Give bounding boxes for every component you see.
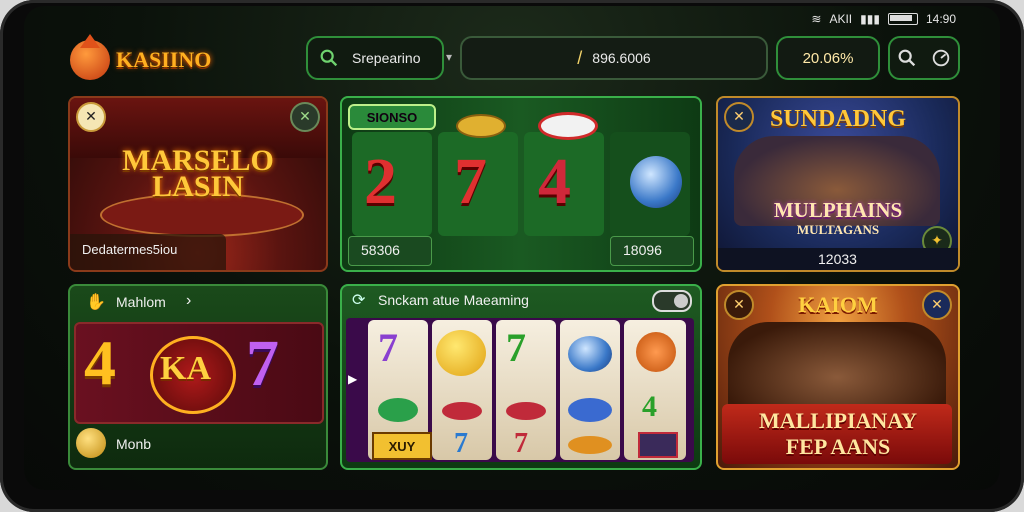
card-amount: 12033 xyxy=(818,251,857,267)
game-card-marsello[interactable]: ✕ ✕ MARSELO LASIN Dedatermes5iou xyxy=(68,96,328,272)
dice-icon xyxy=(638,432,678,458)
reel-tag: XUY xyxy=(372,432,432,460)
reel-symbol-7c: 7 xyxy=(454,428,468,459)
status-bar: ≋ AKII ▮▮▮ 14:90 xyxy=(811,12,956,26)
balance-value: 896.6006 xyxy=(592,50,651,66)
game-card-kaiom[interactable]: ✕ ✕ KAIOM MALLIPIANAY FEP AANS xyxy=(716,284,960,470)
carrier-text: AKII xyxy=(829,12,853,26)
percent-value: 20.06% xyxy=(802,49,854,67)
coin-icon xyxy=(456,114,506,138)
card-footer: Monb xyxy=(116,436,152,452)
signal-icon: ▮▮▮ xyxy=(860,12,880,26)
jackpot-symbol-ka: KA xyxy=(160,350,211,387)
play-arrow-icon[interactable]: ▶ xyxy=(348,372,357,386)
coin-icon xyxy=(568,436,612,454)
tool-buttons xyxy=(888,36,960,80)
game-card-mahlom[interactable]: ✋ Mahlom › 4 KA 7 Monb xyxy=(68,284,328,470)
jackpot-symbol-7: 7 xyxy=(246,327,279,400)
card-subtitle2: FEP AANS xyxy=(785,434,891,459)
search-icon[interactable] xyxy=(896,47,918,69)
percent-badge[interactable]: 20.06% xyxy=(776,36,880,80)
feather-icon: / xyxy=(577,47,583,68)
card-subtitle: MULPHAINS xyxy=(773,198,903,222)
top-bar: KASIINO Srepearino ▾ / 896.6006 20.06% xyxy=(24,34,1000,86)
lips-icon xyxy=(506,402,546,420)
amount-left: 58306 xyxy=(361,242,400,258)
amount-left-box: 58306 xyxy=(348,236,432,266)
reel-symbol-4: 4 xyxy=(642,390,657,423)
slot-symbol-7: 7 xyxy=(454,145,487,218)
chip-blue-icon xyxy=(630,156,682,208)
slot-symbol-4: 4 xyxy=(538,145,571,218)
amount-right-box: 18096 xyxy=(610,236,694,266)
logo[interactable]: KASIINO xyxy=(70,34,212,80)
refresh-icon[interactable]: ⟳ xyxy=(352,290,365,309)
logo-text: KASIINO xyxy=(116,47,212,72)
chip-icon xyxy=(568,398,612,422)
fox-logo-icon xyxy=(70,34,110,80)
amount-right: 18096 xyxy=(623,242,662,258)
chevron-down-icon[interactable]: ▾ xyxy=(446,50,452,64)
gem-icon xyxy=(378,398,418,422)
coin-icon xyxy=(76,428,106,458)
amount-bar: 12033 xyxy=(718,248,958,270)
smiley-icon xyxy=(436,330,486,376)
game-card-sundang[interactable]: ✕ SUNDADNG MULPHAINS MULTAGANS ✦ 12033 xyxy=(716,96,960,272)
battery-icon xyxy=(887,13,918,25)
hand-icon: ✋ xyxy=(86,292,106,311)
card-title-line2: LASIN xyxy=(152,170,244,203)
search-button[interactable]: Srepearino xyxy=(306,36,444,80)
device-frame: ≋ AKII ▮▮▮ 14:90 KASIINO Srepearino ▾ / … xyxy=(0,0,1024,512)
lips-icon xyxy=(442,402,482,420)
slot-label-top: SIONSO xyxy=(348,104,436,130)
card-title: SUNDADNG xyxy=(769,106,906,132)
balance-field[interactable]: / 896.6006 xyxy=(460,36,768,80)
wifi-icon: ≋ xyxy=(811,12,822,26)
jackpot-symbol-4: 4 xyxy=(84,327,116,398)
screen: ≋ AKII ▮▮▮ 14:90 KASIINO Srepearino ▾ / … xyxy=(24,6,1000,490)
game-card-reels[interactable]: ⟳ Snckam atue Maeaming ▶ 7 7 4 XUY 7 7 xyxy=(340,284,702,470)
reel-symbol-7a: 7 xyxy=(378,325,398,370)
caption-panel: Dedatermes5iou xyxy=(70,234,226,270)
tools-icon[interactable]: ✕ xyxy=(76,102,106,132)
toggle-switch[interactable] xyxy=(652,290,692,312)
monkey-icon xyxy=(636,332,676,372)
card-title: KAIOM xyxy=(798,292,878,317)
card-label: Mahlom xyxy=(116,294,166,310)
card-caption: Dedatermes5iou xyxy=(82,242,178,257)
panel-title: Snckam atue Maeaming xyxy=(378,292,529,308)
favorite-icon[interactable]: ✕ xyxy=(290,102,320,132)
search-icon xyxy=(320,49,338,67)
reel-symbol-7d: 7 xyxy=(514,428,528,459)
settings-icon[interactable] xyxy=(930,47,952,69)
status-time: 14:90 xyxy=(925,12,956,26)
players-illustration xyxy=(728,322,946,414)
card-subtitle: MALLIPIANAY xyxy=(758,408,918,433)
chip-icon xyxy=(538,112,598,140)
reel-symbol-7b: 7 xyxy=(506,325,526,370)
search-label: Srepearino xyxy=(352,50,421,66)
game-card-slot-green[interactable]: SIONSO 2 7 4 58306 18096 xyxy=(340,96,702,272)
chip-blue-icon xyxy=(568,336,612,372)
slot-symbol-2: 2 xyxy=(364,145,397,218)
chevron-right-icon[interactable]: › xyxy=(186,292,191,310)
